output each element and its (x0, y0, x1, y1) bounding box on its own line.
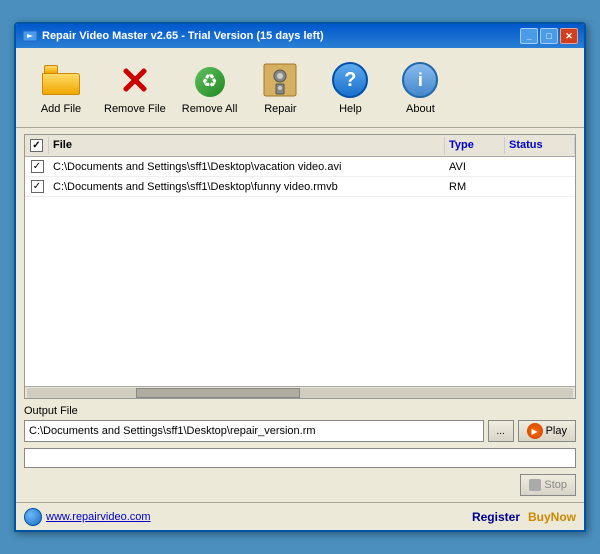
output-section: Output File ... ▶ Play (24, 405, 576, 442)
row2-file: C:\Documents and Settings\sff1\Desktop\f… (49, 180, 445, 194)
add-file-icon (41, 60, 81, 100)
remove-file-icon (115, 60, 155, 100)
window-title: Repair Video Master v2.65 - Trial Versio… (42, 30, 324, 42)
help-icon: ? (330, 60, 370, 100)
minimize-button[interactable]: _ (520, 28, 538, 44)
list-header: File Type Status (25, 135, 575, 157)
play-button[interactable]: ▶ Play (518, 420, 576, 442)
row1-type: AVI (445, 160, 505, 174)
row1-check[interactable] (25, 159, 49, 174)
row2-check[interactable] (25, 179, 49, 194)
stop-row: Stop (24, 474, 576, 496)
progress-bar (24, 448, 576, 468)
maximize-button[interactable]: □ (540, 28, 558, 44)
play-label: Play (546, 425, 567, 437)
buynow-button[interactable]: BuyNow (528, 510, 576, 524)
add-file-button[interactable]: Add File (26, 56, 96, 119)
scrollbar-thumb[interactable] (136, 388, 300, 398)
header-status: Status (505, 137, 575, 154)
repair-icon (260, 60, 300, 100)
row2-type: RM (445, 180, 505, 194)
row1-status (505, 166, 575, 168)
header-file: File (49, 137, 445, 154)
register-button[interactable]: Register (472, 510, 520, 524)
toolbar: Add File Remove File ♻ Remove All (16, 48, 584, 128)
about-icon: i (400, 60, 440, 100)
repair-label: Repair (264, 103, 296, 115)
help-button[interactable]: ? Help (315, 56, 385, 119)
repair-button[interactable]: Repair (245, 56, 315, 119)
content-area: File Type Status C:\Documents and Settin… (16, 128, 584, 502)
remove-file-button[interactable]: Remove File (96, 56, 174, 119)
app-icon (22, 28, 38, 44)
about-label: About (406, 103, 435, 115)
row2-status (505, 186, 575, 188)
main-window: Repair Video Master v2.65 - Trial Versio… (14, 22, 586, 532)
status-bar: www.repairvideo.com Register BuyNow (16, 502, 584, 530)
add-file-label: Add File (41, 103, 81, 115)
list-body[interactable]: C:\Documents and Settings\sff1\Desktop\v… (25, 157, 575, 386)
table-row[interactable]: C:\Documents and Settings\sff1\Desktop\f… (25, 177, 575, 197)
output-row: ... ▶ Play (24, 420, 576, 442)
title-bar-controls: _ □ ✕ (520, 28, 578, 44)
status-right: Register BuyNow (472, 510, 576, 524)
row1-checkbox[interactable] (31, 160, 44, 173)
stop-icon (529, 479, 541, 491)
horizontal-scrollbar[interactable] (25, 386, 575, 398)
row1-file: C:\Documents and Settings\sff1\Desktop\v… (49, 160, 445, 174)
about-button[interactable]: i About (385, 56, 455, 119)
remove-all-button[interactable]: ♻ Remove All (174, 56, 246, 119)
title-bar-left: Repair Video Master v2.65 - Trial Versio… (22, 28, 324, 44)
help-label: Help (339, 103, 362, 115)
remove-all-icon: ♻ (190, 60, 230, 100)
browse-button[interactable]: ... (488, 420, 514, 442)
globe-icon (24, 508, 42, 526)
status-left: www.repairvideo.com (24, 508, 151, 526)
stop-button[interactable]: Stop (520, 474, 576, 496)
header-type: Type (445, 137, 505, 154)
row2-checkbox[interactable] (31, 180, 44, 193)
output-label: Output File (24, 405, 576, 417)
play-icon: ▶ (527, 423, 543, 439)
stop-label: Stop (544, 479, 567, 491)
header-checkbox[interactable] (30, 139, 43, 152)
website-link[interactable]: www.repairvideo.com (46, 511, 151, 523)
close-button[interactable]: ✕ (560, 28, 578, 44)
output-path-input[interactable] (24, 420, 484, 442)
file-list[interactable]: File Type Status C:\Documents and Settin… (24, 134, 576, 399)
header-check (25, 137, 49, 154)
title-bar: Repair Video Master v2.65 - Trial Versio… (16, 24, 584, 48)
remove-file-label: Remove File (104, 103, 166, 115)
scrollbar-track[interactable] (27, 388, 573, 398)
remove-all-label: Remove All (182, 103, 238, 115)
table-row[interactable]: C:\Documents and Settings\sff1\Desktop\v… (25, 157, 575, 177)
